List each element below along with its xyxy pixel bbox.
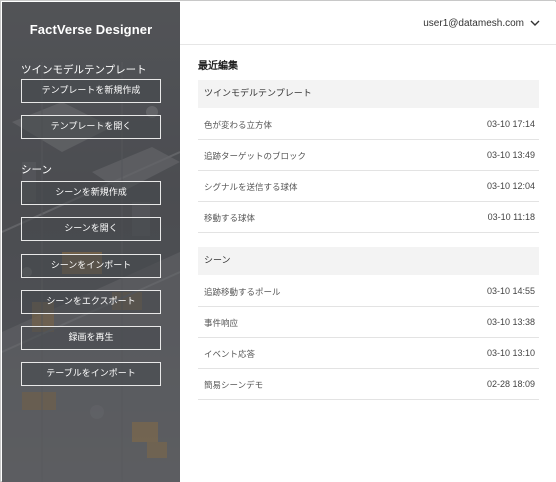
import-scene-button[interactable]: シーンをインポート: [21, 254, 161, 278]
user-email[interactable]: user1@datamesh.com: [423, 18, 524, 29]
section-label-scene: シーン: [21, 164, 52, 176]
group-heading-twin-template: ツインモデルテンプレート: [198, 80, 539, 108]
app-window: FactVerse Designer ツインモデルテンプレート テンプレートを新…: [0, 0, 556, 482]
item-time: 02-28 18:09: [486, 379, 535, 389]
open-template-button[interactable]: テンプレートを開く: [21, 115, 161, 139]
chevron-down-icon[interactable]: [528, 16, 542, 30]
export-scene-button[interactable]: シーンをエクスポート: [21, 290, 161, 314]
item-name: シグナルを送信する球体: [204, 183, 298, 193]
play-recording-button[interactable]: 録画を再生: [21, 326, 161, 350]
item-time: 03-10 12:04: [486, 181, 535, 191]
new-template-button[interactable]: テンプレートを新規作成: [21, 79, 161, 103]
item-name: 追跡ターゲットのブロック: [204, 152, 307, 162]
list-item[interactable]: 簡易シーンデモ 02-28 18:09: [198, 369, 539, 400]
list-item[interactable]: 追跡ターゲットのブロック 03-10 13:49: [198, 140, 539, 171]
top-header: user1@datamesh.com: [180, 2, 556, 45]
item-name: 簡易シーンデモ: [204, 381, 264, 391]
item-name: 移動する球体: [204, 214, 256, 224]
item-time: 03-10 14:55: [486, 286, 535, 296]
open-scene-button[interactable]: シーンを開く: [21, 217, 161, 241]
item-time: 03-10 17:14: [486, 119, 535, 129]
list-item[interactable]: シグナルを送信する球体 03-10 12:04: [198, 171, 539, 202]
list-item[interactable]: 事件响应 03-10 13:38: [198, 307, 539, 338]
item-time: 03-10 11:18: [487, 212, 535, 222]
recent-edits-title: 最近編集: [198, 61, 238, 72]
new-scene-button[interactable]: シーンを新規作成: [21, 181, 161, 205]
list-item[interactable]: 色が変わる立方体 03-10 17:14: [198, 109, 539, 140]
list-item[interactable]: 追跡移動するポール 03-10 14:55: [198, 276, 539, 307]
item-name: 色が変わる立方体: [204, 121, 273, 131]
list-item[interactable]: 移動する球体 03-10 11:18: [198, 202, 539, 233]
item-name: 追跡移動するポール: [204, 288, 281, 298]
item-name: イベント応答: [204, 350, 256, 360]
recent-edits-panel: 最近編集 ツインモデルテンプレート 色が変わる立方体 03-10 17:14 追…: [180, 45, 556, 482]
item-time: 03-10 13:49: [486, 150, 535, 160]
import-table-button[interactable]: テーブルをインポート: [21, 362, 161, 386]
section-label-twin-template: ツインモデルテンプレート: [21, 64, 147, 76]
app-title: FactVerse Designer: [29, 22, 153, 37]
group-heading-scene: シーン: [198, 247, 539, 275]
item-time: 03-10 13:10: [486, 348, 535, 358]
item-name: 事件响应: [204, 319, 239, 329]
item-time: 03-10 13:38: [486, 317, 535, 327]
sidebar: FactVerse Designer ツインモデルテンプレート テンプレートを新…: [2, 2, 180, 482]
list-item[interactable]: イベント応答 03-10 13:10: [198, 338, 539, 369]
